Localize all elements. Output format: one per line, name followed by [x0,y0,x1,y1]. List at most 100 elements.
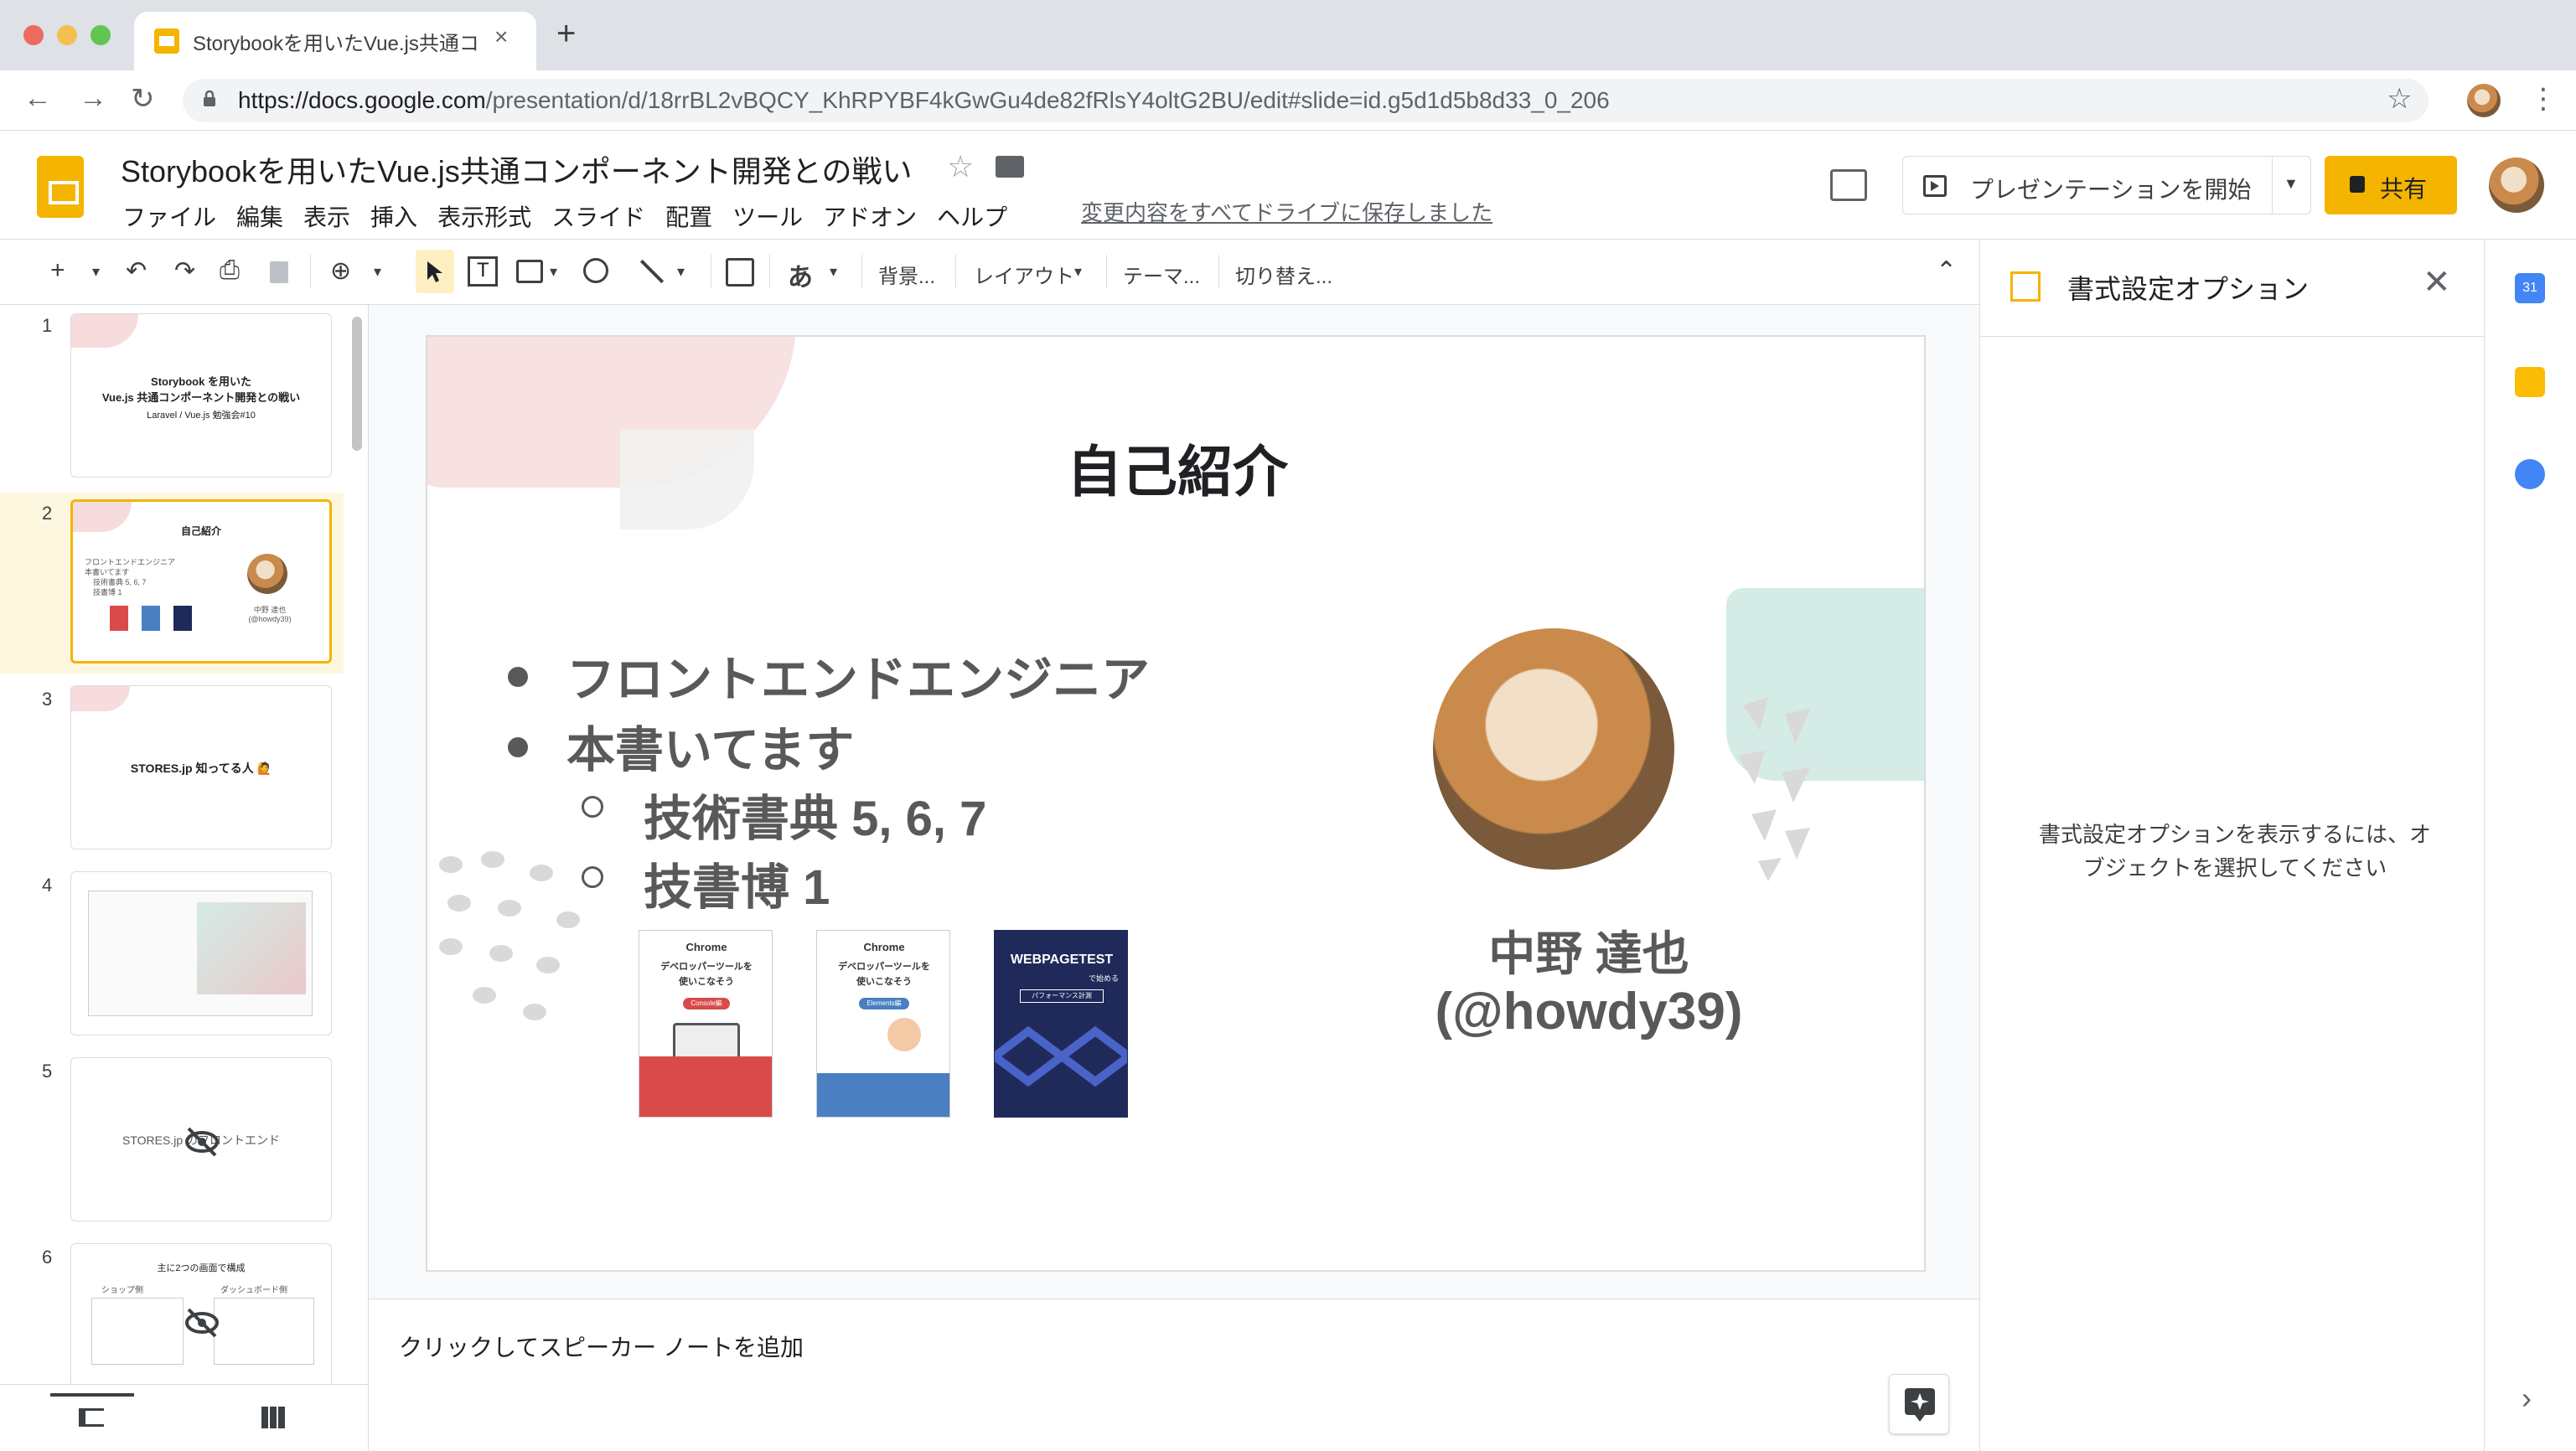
menu-insert[interactable]: 挿入 [360,199,427,233]
user-avatar[interactable] [2489,157,2544,213]
folder-icon[interactable] [996,156,1024,178]
layout-dropdown-icon[interactable]: ▾ [1074,263,1082,281]
thumb-screenshot [214,1298,314,1365]
thumb-title: 主に2つの画面で構成 [157,1263,246,1273]
star-icon[interactable]: ☆ [947,149,974,184]
thumb-left-label: ショップ側 [101,1286,143,1295]
slide-thumbnail[interactable] [70,871,332,1035]
tab-close-icon[interactable]: × [494,23,508,50]
image-dropdown-icon[interactable]: ▾ [550,263,557,281]
minimize-window-button[interactable] [57,25,77,45]
url-path: /presentation/d/18rrBL2vBQCY_KhRPYBF4kGw… [485,87,1610,113]
menu-arrange[interactable]: 配置 [655,199,722,233]
keep-icon[interactable] [2515,367,2545,397]
menu-tools[interactable]: ツール [722,199,813,233]
zoom-dropdown-icon[interactable]: ▾ [374,263,381,281]
explore-button[interactable] [1889,1374,1949,1434]
print-icon[interactable]: ⎙ [220,256,240,285]
text-box-icon[interactable]: T [468,256,498,287]
theme-button[interactable]: テーマ... [1123,260,1200,289]
menu-format[interactable]: 表示形式 [427,199,541,233]
toolbar-divider [861,255,862,288]
slide-thumbnail-selected[interactable]: 自己紹介 フロントエンドエンジニア 本書いてます 技術書典 5, 6, 7 技書… [70,499,332,664]
sub-bullet-text[interactable]: 技術書典 5, 6, 7 [644,779,986,849]
save-status-link[interactable]: 変更内容をすべてドライブに保存しました [1081,196,1492,227]
thumb-right-label: ダッシュボード側 [220,1286,287,1295]
bullet-text[interactable]: 本書いてます [566,710,854,781]
speaker-notes-area[interactable]: クリックしてスピーカー ノートを追加 [369,1299,1979,1451]
calendar-icon[interactable]: 31 [2515,273,2545,303]
expand-rail-icon[interactable]: › [2522,1381,2532,1416]
close-window-button[interactable] [23,25,44,45]
speaker-handle[interactable]: (@howdy39) [1304,982,1874,1041]
share-button[interactable]: 共有 [2325,156,2457,214]
slide-thumbnail[interactable]: STORES.jp のフロントエンド [70,1057,332,1221]
active-view-indicator [50,1393,134,1397]
input-tools-dropdown-icon[interactable]: ▾ [830,263,837,281]
sub-bullet-circle [582,866,603,888]
browser-menu-icon[interactable]: ⋮ [2529,82,2558,116]
undo-icon[interactable]: ↶ [126,256,147,286]
reload-button[interactable]: ↻ [131,82,155,116]
speaker-name[interactable]: 中野 達也 [1304,917,1874,984]
new-tab-button[interactable]: + [556,15,576,53]
book-tag: Console編 [683,998,730,1010]
zoom-icon[interactable]: ⊕ [330,256,351,286]
menu-file[interactable]: ファイル [121,199,226,233]
menu-slide[interactable]: スライド [541,199,655,233]
book-cover-console[interactable]: Chrome デベロッパーツールを 使いこなそう Console編 [639,930,773,1118]
bullet-dot [508,737,528,757]
sub-bullet-text[interactable]: 技書博 1 [644,848,830,918]
menu-edit[interactable]: 編集 [226,199,293,233]
browser-tab[interactable]: Storybookを用いたVue.js共通コ × [134,12,536,70]
maximize-window-button[interactable] [91,25,111,45]
slide-number: 3 [42,689,53,710]
slide-thumbnail[interactable]: Storybook を用いた Vue.js 共通コンポーネント開発との戦い La… [70,313,332,478]
redo-icon[interactable]: ↷ [174,256,195,286]
close-panel-icon[interactable]: ✕ [2423,263,2451,302]
forward-button[interactable]: → [79,82,107,115]
new-slide-dropdown-icon[interactable]: ▾ [92,263,100,281]
shape-icon[interactable] [583,258,608,283]
present-button[interactable]: プレゼンテーションを開始 ▼ [1902,156,2311,214]
grid-view-icon[interactable] [261,1407,285,1428]
background-button[interactable]: 背景... [878,260,935,289]
slide-thumbnail[interactable]: 主に2つの画面で構成 ショップ側 ダッシュボード側 [70,1243,332,1384]
book-cover-webpagetest[interactable]: WEBPAGETEST で始める パフォーマンス計測 [994,930,1128,1118]
slide-number: 5 [42,1061,53,1082]
slide-title[interactable]: 自己紹介 [427,427,1924,508]
line-icon[interactable] [639,259,665,284]
comment-history-icon[interactable] [1830,169,1867,201]
bookmark-star-icon[interactable]: ☆ [2387,82,2412,116]
collapse-toolbar-icon[interactable]: ⌃ [1936,256,1957,286]
add-comment-icon[interactable] [726,258,754,287]
present-dropdown-icon[interactable]: ▼ [2284,175,2299,193]
bullet-text[interactable]: フロントエンドエンジニア [566,640,1150,710]
lock-icon [2350,176,2365,193]
book-cover-elements[interactable]: Chrome デベロッパーツールを 使いこなそう Elements編 [816,930,950,1118]
image-icon[interactable] [516,260,543,283]
slide-canvas[interactable]: 自己紹介 フロントエンドエンジニア 本書いてます 技術書典 5, 6, 7 技書… [426,335,1926,1272]
url-input[interactable]: https://docs.google.com/presentation/d/1… [183,79,2429,122]
profile-photo[interactable] [1433,628,1674,870]
layout-button[interactable]: レイアウト [974,260,1074,289]
transition-button[interactable]: 切り替え... [1235,260,1332,289]
slides-logo-icon[interactable] [37,156,84,218]
select-tool-button[interactable] [416,250,454,293]
filmstrip-scrollbar[interactable] [352,317,362,451]
line-dropdown-icon[interactable]: ▾ [677,263,685,281]
profile-avatar[interactable] [2467,84,2501,117]
document-title[interactable]: Storybookを用いたVue.js共通コンポーネント開発との戦い [121,147,912,191]
menu-addons[interactable]: アドオン [813,199,927,233]
back-button[interactable]: ← [23,82,52,115]
paint-format-icon[interactable] [270,261,288,283]
new-slide-button[interactable]: + [50,256,65,285]
input-tools-button[interactable]: あ [788,256,813,293]
tasks-icon[interactable] [2515,459,2545,489]
toolbar-divider [310,255,311,288]
menu-view[interactable]: 表示 [293,199,360,233]
filmstrip-view-icon[interactable] [79,1408,104,1427]
slide-thumbnail[interactable]: STORES.jp 知ってる人 🙋 [70,685,332,849]
slide-number: 2 [42,503,53,524]
menu-help[interactable]: ヘルプ [927,199,1017,233]
